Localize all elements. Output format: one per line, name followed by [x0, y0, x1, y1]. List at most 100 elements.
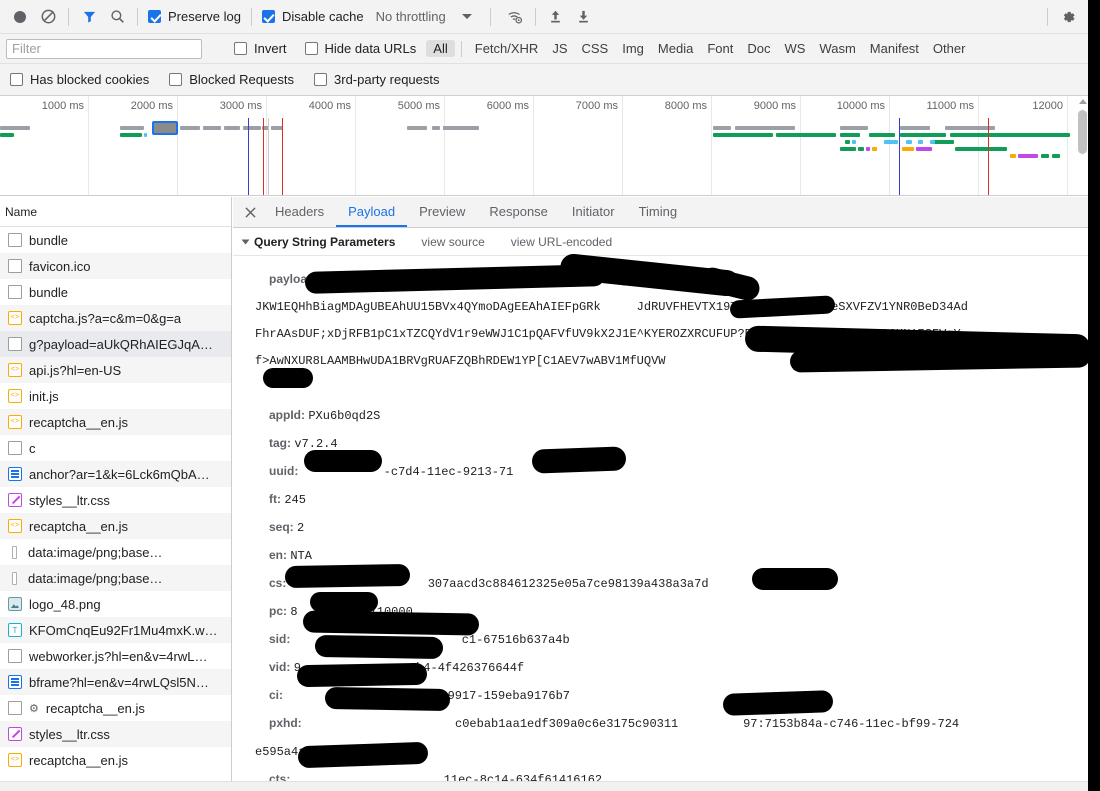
request-row[interactable]: bundle [0, 279, 231, 305]
clear-no-entry-icon[interactable] [34, 3, 62, 31]
document-file-icon [8, 285, 22, 299]
resource-type-fetch-xhr[interactable]: Fetch/XHR [468, 40, 546, 57]
request-name: recaptcha__en.js [29, 518, 129, 534]
request-row[interactable]: <> captcha.js?a=c&m=0&g=a [0, 305, 231, 331]
tab-response[interactable]: Response [477, 197, 560, 227]
preserve-log-checkbox[interactable]: Preserve log [148, 9, 241, 24]
invert-checkbox-box[interactable] [234, 42, 247, 55]
invert-checkbox[interactable]: Invert [234, 41, 287, 56]
close-x-icon[interactable] [237, 197, 263, 227]
has-blocked-cookies-checkbox-box[interactable] [10, 73, 23, 86]
request-list-header[interactable]: Name [0, 197, 231, 227]
preserve-log-checkbox-box[interactable] [148, 10, 161, 23]
request-row[interactable]: g?payload=aUkQRhAIEGJqA… [0, 331, 231, 357]
overview-tick-label: 2000 ms [130, 100, 173, 112]
hide-data-urls-checkbox-box[interactable] [304, 42, 318, 55]
disable-cache-checkbox-box[interactable] [261, 10, 275, 23]
query-string-parameters-section-header[interactable]: Query String Parameters view source view… [233, 228, 1088, 256]
request-row[interactable]: styles__ltr.css [0, 721, 231, 747]
request-row[interactable]: c [0, 435, 231, 461]
funnel-filter-icon[interactable] [75, 3, 103, 31]
third-party-requests-checkbox-box[interactable] [314, 73, 328, 86]
overview-bar [906, 140, 912, 144]
record-circle-icon[interactable] [6, 3, 34, 31]
resource-type-all[interactable]: All [426, 40, 455, 57]
scroll-up-arrow-icon[interactable] [1079, 99, 1087, 104]
request-row[interactable]: styles__ltr.css [0, 487, 231, 513]
request-row[interactable]: logo_48.png [0, 591, 231, 617]
resource-type-wasm[interactable]: Wasm [812, 40, 862, 57]
request-row[interactable]: favicon.ico [0, 253, 231, 279]
request-row[interactable]: bframe?hl=en&v=4rwLQsl5N… [0, 669, 231, 695]
resource-type-doc[interactable]: Doc [740, 40, 777, 57]
overview-selection-box[interactable] [152, 121, 178, 135]
overview-bar [955, 147, 1007, 151]
has-blocked-cookies-label: Has blocked cookies [30, 72, 150, 87]
request-row[interactable]: <> recaptcha__en.js [0, 747, 231, 773]
resource-type-js[interactable]: JS [545, 40, 574, 57]
tab-initiator[interactable]: Initiator [560, 197, 627, 227]
resource-type-media[interactable]: Media [651, 40, 700, 57]
blocked-requests-checkbox-box[interactable] [169, 73, 183, 86]
upload-arrow-icon[interactable] [542, 3, 570, 31]
tab-headers[interactable]: Headers [263, 197, 336, 227]
toolbar-divider-1 [68, 7, 69, 26]
resource-type-ws[interactable]: WS [777, 40, 812, 57]
resource-type-other[interactable]: Other [926, 40, 973, 57]
network-conditions-icon[interactable] [501, 3, 529, 31]
overview-bar [120, 126, 144, 130]
request-row[interactable]: <> recaptcha__en.js [0, 409, 231, 435]
resource-type-img[interactable]: Img [615, 40, 651, 57]
request-row[interactable]: data:image/png;base… [0, 565, 231, 591]
preserve-log-label: Preserve log [168, 9, 241, 24]
request-row[interactable]: ⚙ recaptcha__en.js [0, 695, 231, 721]
overview-bar [866, 147, 870, 151]
third-party-requests-checkbox[interactable]: 3rd-party requests [314, 72, 440, 87]
blocked-requests-checkbox[interactable]: Blocked Requests [169, 72, 294, 87]
overview-scroll-region[interactable] [1077, 96, 1088, 195]
network-overview-timeline[interactable]: 1000 ms 2000 ms 3000 ms 4000 ms 5000 ms … [0, 96, 1088, 196]
request-name: webworker.js?hl=en&v=4rwL… [29, 648, 208, 664]
tab-timing[interactable]: Timing [627, 197, 690, 227]
overview-bar [0, 126, 30, 130]
filter-input[interactable] [6, 38, 202, 59]
request-row[interactable]: T KFOmCnqEu92Fr1Mu4mxK.w… [0, 617, 231, 643]
download-arrow-icon[interactable] [570, 3, 598, 31]
magnifier-search-icon[interactable] [103, 3, 131, 31]
request-name: data:image/png;base… [28, 570, 163, 586]
request-row[interactable]: <> recaptcha__en.js [0, 513, 231, 539]
request-name: bundle [29, 232, 69, 248]
resource-type-css[interactable]: CSS [575, 40, 616, 57]
redaction-mark [263, 368, 313, 388]
overview-bar [916, 147, 932, 151]
hide-data-urls-checkbox[interactable]: Hide data URLs [304, 41, 416, 56]
throttling-select[interactable]: No throttling [376, 9, 446, 24]
chevron-down-icon[interactable] [241, 239, 250, 244]
tab-preview[interactable]: Preview [407, 197, 477, 227]
gear-icon[interactable] [1054, 3, 1082, 31]
field-key: pxhd: [269, 716, 302, 730]
request-row[interactable]: data:image/png;base… [0, 539, 231, 565]
request-list[interactable]: bundle favicon.ico bundle <> captcha.js?a=c&… [0, 227, 231, 773]
overview-bar [203, 126, 221, 130]
overview-scroll-thumb[interactable] [1078, 110, 1087, 154]
request-row[interactable]: bundle [0, 227, 231, 253]
request-row[interactable]: webworker.js?hl=en&v=4rwL… [0, 643, 231, 669]
resource-type-manifest[interactable]: Manifest [863, 40, 926, 57]
request-row[interactable]: <> init.js [0, 383, 231, 409]
tab-payload[interactable]: Payload [336, 197, 408, 227]
has-blocked-cookies-checkbox[interactable]: Has blocked cookies [10, 72, 149, 87]
request-row[interactable]: anchor?ar=1&k=6Lck6mQbA… [0, 461, 231, 487]
disable-cache-checkbox[interactable]: Disable cache [261, 9, 364, 24]
chevron-down-icon[interactable] [461, 14, 472, 19]
load-event-line [263, 118, 264, 195]
view-url-encoded-link[interactable]: view URL-encoded [511, 235, 612, 249]
overview-bar [902, 147, 914, 151]
request-row[interactable]: <> api.js?hl=en-US [0, 357, 231, 383]
resource-type-font[interactable]: Font [700, 40, 740, 57]
redaction-mark [302, 610, 480, 636]
request-name: init.js [29, 388, 59, 404]
overview-bar [443, 126, 479, 130]
view-source-link[interactable]: view source [421, 235, 484, 249]
image-file-icon [8, 597, 22, 611]
